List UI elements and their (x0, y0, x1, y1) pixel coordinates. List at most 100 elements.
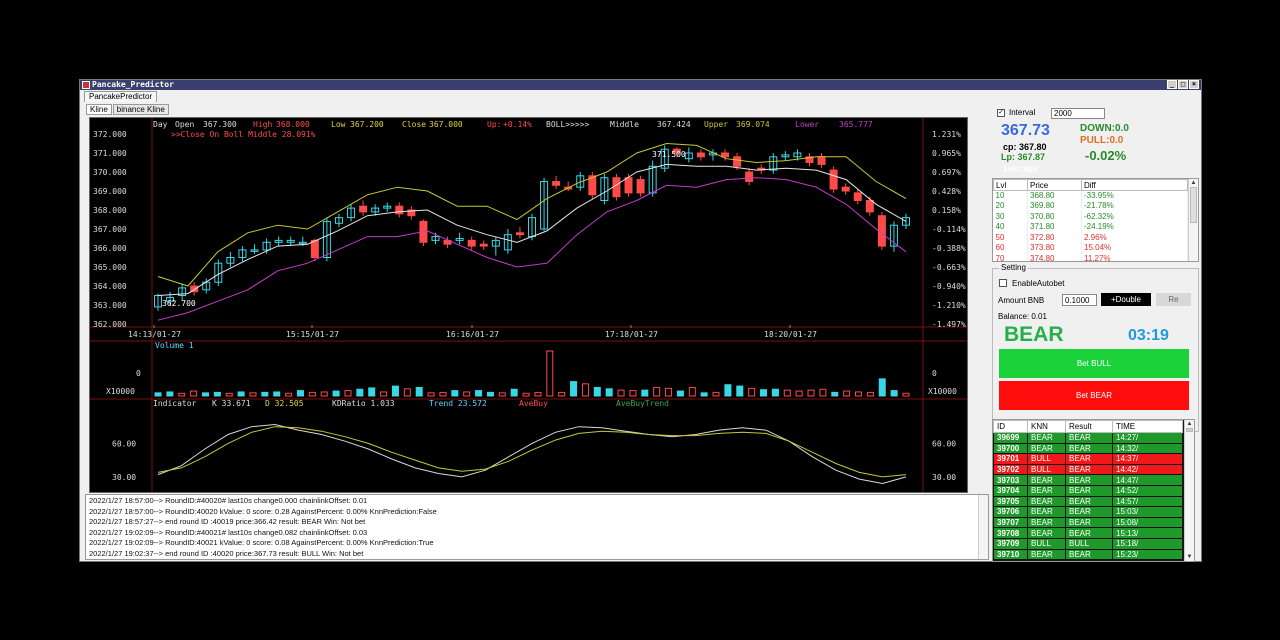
history-col-id: ID (993, 420, 1028, 433)
level-table-box: Lvl Price Diff 10 368.80 -33.95% 20 369.80 -2… (992, 178, 1199, 262)
volume-bar (178, 392, 186, 397)
re-button[interactable]: Re (1156, 293, 1191, 306)
volume-bar (724, 384, 732, 397)
log-scrollbar[interactable] (978, 495, 988, 559)
candle-body (467, 239, 476, 247)
candle-body (853, 192, 862, 202)
history-row[interactable]: 39710 BEAR BEAR 15:23/ (993, 548, 1183, 561)
level-row[interactable]: 70 374.80 11.27% (993, 253, 1188, 261)
amount-input[interactable] (1062, 294, 1097, 306)
history-cell-knn: BEAR (1027, 442, 1066, 455)
volume-bar (368, 387, 376, 397)
info-up: +0.14% (503, 120, 532, 129)
pct-tick-label: -0.940% (932, 282, 966, 291)
info-lower-label: Lower (795, 120, 819, 129)
autobet-label: EnableAutobet (1012, 279, 1065, 288)
pct-tick-label: 0.965% (932, 149, 961, 158)
event-log[interactable]: 2022/1/27 18:57:00--> RoundID:#40020# la… (85, 494, 989, 560)
level-cell-price: 370.80 (1027, 211, 1082, 222)
candle-body (733, 156, 742, 167)
volume-bar (617, 389, 625, 397)
level-row[interactable]: 30 370.80 -62.32% (993, 211, 1188, 222)
indicator-avebuytrend: AveBuyTrend (616, 399, 669, 408)
max-price-label: 371.500 (652, 150, 686, 159)
bet-bear-button[interactable]: Bet BEAR (999, 381, 1189, 410)
volume-bar (391, 385, 399, 397)
history-row[interactable]: 39703 BEAR BEAR 14:47/ (993, 474, 1183, 486)
info-high: 368.000 (276, 120, 310, 129)
level-row[interactable]: 40 371.80 -24.19% (993, 222, 1188, 233)
setting-group: Setting EnableAutobet Amount BNB +Double… (992, 263, 1199, 432)
level-col-price: Price (1027, 179, 1082, 191)
level-row[interactable]: 60 373.80 15.04% (993, 243, 1188, 254)
balance-value: Balance: 0.01 (998, 312, 1047, 321)
candle-body (359, 205, 368, 213)
level-cell-lvl: 30 (993, 211, 1028, 222)
y-tick-label: 367.000 (93, 225, 127, 234)
bet-bull-button[interactable]: Bet BULL (999, 349, 1189, 378)
history-row[interactable]: 39708 BEAR BEAR 15:13/ (993, 527, 1183, 539)
interval-input[interactable] (1051, 108, 1105, 119)
history-row[interactable]: 39709 BULL BULL 15:18/ (993, 537, 1183, 550)
history-row[interactable]: 39707 BEAR BEAR 15:08/ (993, 516, 1183, 529)
x-tick-label: 16:16/01-27 (446, 330, 499, 339)
history-cell-time: 14:42/ (1112, 463, 1183, 476)
history-cell-result: BEAR (1065, 463, 1113, 476)
maximize-icon[interactable]: □ (1178, 80, 1188, 89)
tab-pancake-predictor[interactable]: PancakePredictor (84, 91, 158, 102)
level-row[interactable]: 20 369.80 -21.78% (993, 201, 1188, 212)
level-col-lvl: Lvl (993, 179, 1028, 191)
y-tick-label: 368.000 (93, 206, 127, 215)
volume-bar (451, 390, 459, 397)
level-cell-diff: 15.04% (1081, 243, 1188, 254)
round-timer: 03:19 (1128, 327, 1169, 344)
kline-chart-panel[interactable]: 372.000 1.231% 371.000 0.965% 370.000 0.697% 3… (89, 117, 968, 493)
y-tick-label: 363.000 (93, 301, 127, 310)
indicator-tick-left: 60.00 (112, 439, 136, 448)
history-cell-knn: BEAR (1027, 432, 1066, 444)
level-cell-lvl: 10 (993, 190, 1028, 201)
volume-bar (831, 391, 839, 397)
history-row[interactable]: 39701 BULL BEAR 14:37/ (993, 453, 1183, 465)
volume-bar (320, 391, 328, 397)
volume-bar (296, 390, 304, 397)
history-row[interactable]: 39699 BEAR BEAR 14:27/ (993, 432, 1183, 444)
level-row[interactable]: 50 372.80 2.96% (993, 232, 1188, 243)
history-cell-knn: BEAR (1027, 484, 1066, 497)
y-tick-label: 371.000 (93, 149, 127, 158)
interval-checkbox[interactable]: ✓ (997, 109, 1005, 117)
history-row[interactable]: 39705 BEAR BEAR 14:57/ (993, 495, 1183, 508)
volume-bar (225, 392, 233, 397)
autobet-checkbox[interactable] (999, 279, 1007, 287)
volume-bar (855, 391, 863, 397)
tab-kline[interactable]: Kline (86, 104, 112, 115)
y-tick-label: 364.000 (93, 282, 127, 291)
double-button[interactable]: +Double (1101, 293, 1151, 306)
pct-tick-label: -0.114% (932, 225, 966, 234)
history-scrollbar[interactable]: ▲ ▼ (1184, 420, 1194, 561)
volume-zero-right: 0 (932, 369, 937, 378)
close-icon[interactable]: × (1189, 80, 1199, 89)
history-row[interactable]: 39700 BEAR BEAR 14:32/ (993, 442, 1183, 455)
history-cell-knn: BEAR (1027, 516, 1066, 529)
tab-binance-kline[interactable]: binance Kline (112, 104, 169, 115)
history-cell-time: 14:37/ (1112, 453, 1183, 465)
info-low: 367.200 (350, 120, 384, 129)
history-cell-id: 39701 (993, 453, 1028, 465)
level-scrollbar[interactable]: ▲ (1188, 179, 1198, 261)
level-row[interactable]: 10 368.80 -33.95% (993, 190, 1188, 201)
minimize-icon[interactable]: _ (1167, 80, 1177, 89)
history-table-box: ID KNN Result TIME 39699 BEAR BEAR 14:27/39… (992, 419, 1195, 562)
history-cell-time: 15:03/ (1112, 506, 1183, 518)
indicator-avebuy: AveBuy (519, 399, 548, 408)
min-price-label: 362.700 (162, 299, 196, 308)
level-cell-price: 374.80 (1027, 253, 1082, 261)
history-row[interactable]: 39706 BEAR BEAR 15:03/ (993, 506, 1183, 518)
kline-chart[interactable]: 372.000 1.231% 371.000 0.965% 370.000 0.697% 3… (90, 118, 967, 492)
pct-tick-label: -1.497% (932, 320, 966, 329)
setting-legend: Setting (999, 263, 1028, 272)
history-row[interactable]: 39704 BEAR BEAR 14:52/ (993, 484, 1183, 497)
y-tick-label: 369.000 (93, 187, 127, 196)
level-cell-lvl: 20 (993, 201, 1028, 212)
history-row[interactable]: 39702 BULL BEAR 14:42/ (993, 463, 1183, 476)
